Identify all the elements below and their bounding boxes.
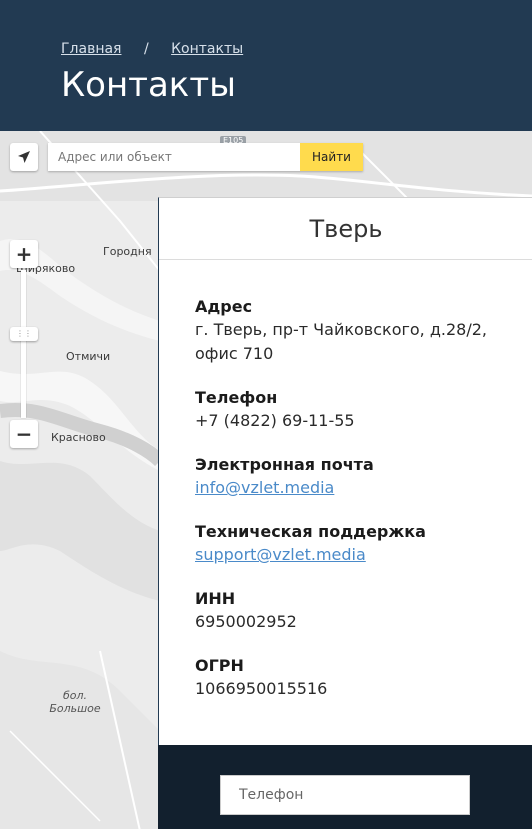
minus-icon: − bbox=[15, 422, 33, 446]
support-label: Техническая поддержка bbox=[195, 522, 426, 541]
phone-input[interactable] bbox=[220, 775, 470, 815]
map-search: Найти bbox=[48, 143, 363, 171]
address-block: Адрес г. Тверь, пр-т Чайковского, д.28/2… bbox=[195, 296, 525, 366]
breadcrumb: Главная / Контакты bbox=[61, 41, 243, 57]
email-label: Электронная почта bbox=[195, 455, 374, 474]
phone-label: Телефон bbox=[195, 388, 278, 407]
phone-block: Телефон +7 (4822) 69-11-55 bbox=[195, 387, 525, 433]
breadcrumb-home-link[interactable]: Главная bbox=[61, 41, 121, 57]
plus-icon: + bbox=[15, 242, 33, 266]
inn-value: 6950002952 bbox=[195, 612, 297, 631]
breadcrumb-separator: / bbox=[143, 41, 149, 57]
contact-form bbox=[158, 745, 532, 829]
inn-block: ИНН 6950002952 bbox=[195, 588, 525, 634]
page-header: Главная / Контакты Контакты bbox=[0, 0, 532, 131]
email-link[interactable]: info@vzlet.media bbox=[195, 478, 334, 497]
map-label-otmichi: Отмичи bbox=[66, 350, 111, 363]
inn-label: ИНН bbox=[195, 589, 236, 608]
zoom-out-button[interactable]: − bbox=[10, 420, 38, 448]
zoom-slider-track[interactable] bbox=[21, 270, 26, 418]
support-block: Техническая поддержка support@vzlet.medi… bbox=[195, 521, 525, 567]
address-value: г. Тверь, пр-т Чайковского, д.28/2, офис… bbox=[195, 320, 488, 363]
address-label: Адрес bbox=[195, 297, 253, 316]
map-label-krasnovo: Красново bbox=[51, 431, 106, 444]
map-label-bolshoe-line2: Большое bbox=[49, 702, 101, 715]
grip-icon: ⋮⋮ bbox=[16, 329, 32, 338]
support-email-link[interactable]: support@vzlet.media bbox=[195, 545, 366, 564]
contact-card: Тверь Адрес г. Тверь, пр-т Чайковского, … bbox=[158, 197, 532, 746]
breadcrumb-current-link[interactable]: Контакты bbox=[171, 41, 243, 57]
page-title: Контакты bbox=[61, 65, 236, 105]
ogrn-block: ОГРН 1066950015516 bbox=[195, 655, 525, 701]
contact-info: Адрес г. Тверь, пр-т Чайковского, д.28/2… bbox=[195, 296, 525, 722]
map-label-bolshoe-line1: бол. bbox=[62, 689, 88, 702]
email-block: Электронная почта info@vzlet.media bbox=[195, 454, 525, 500]
ogrn-label: ОГРН bbox=[195, 656, 244, 675]
geolocation-button[interactable] bbox=[10, 143, 38, 171]
zoom-in-button[interactable]: + bbox=[10, 240, 38, 268]
arrow-icon bbox=[18, 151, 30, 163]
map-search-input[interactable] bbox=[48, 143, 300, 171]
card-header: Тверь bbox=[159, 198, 532, 260]
map-search-button[interactable]: Найти bbox=[300, 143, 363, 171]
zoom-slider-handle[interactable]: ⋮⋮ bbox=[10, 327, 38, 341]
map-label-bolshoe: бол. Большое bbox=[45, 689, 105, 715]
city-title: Тверь bbox=[309, 214, 383, 243]
map-label-gorodnya: Городня bbox=[103, 245, 152, 258]
ogrn-value: 1066950015516 bbox=[195, 679, 328, 698]
phone-value: +7 (4822) 69-11-55 bbox=[195, 411, 355, 430]
